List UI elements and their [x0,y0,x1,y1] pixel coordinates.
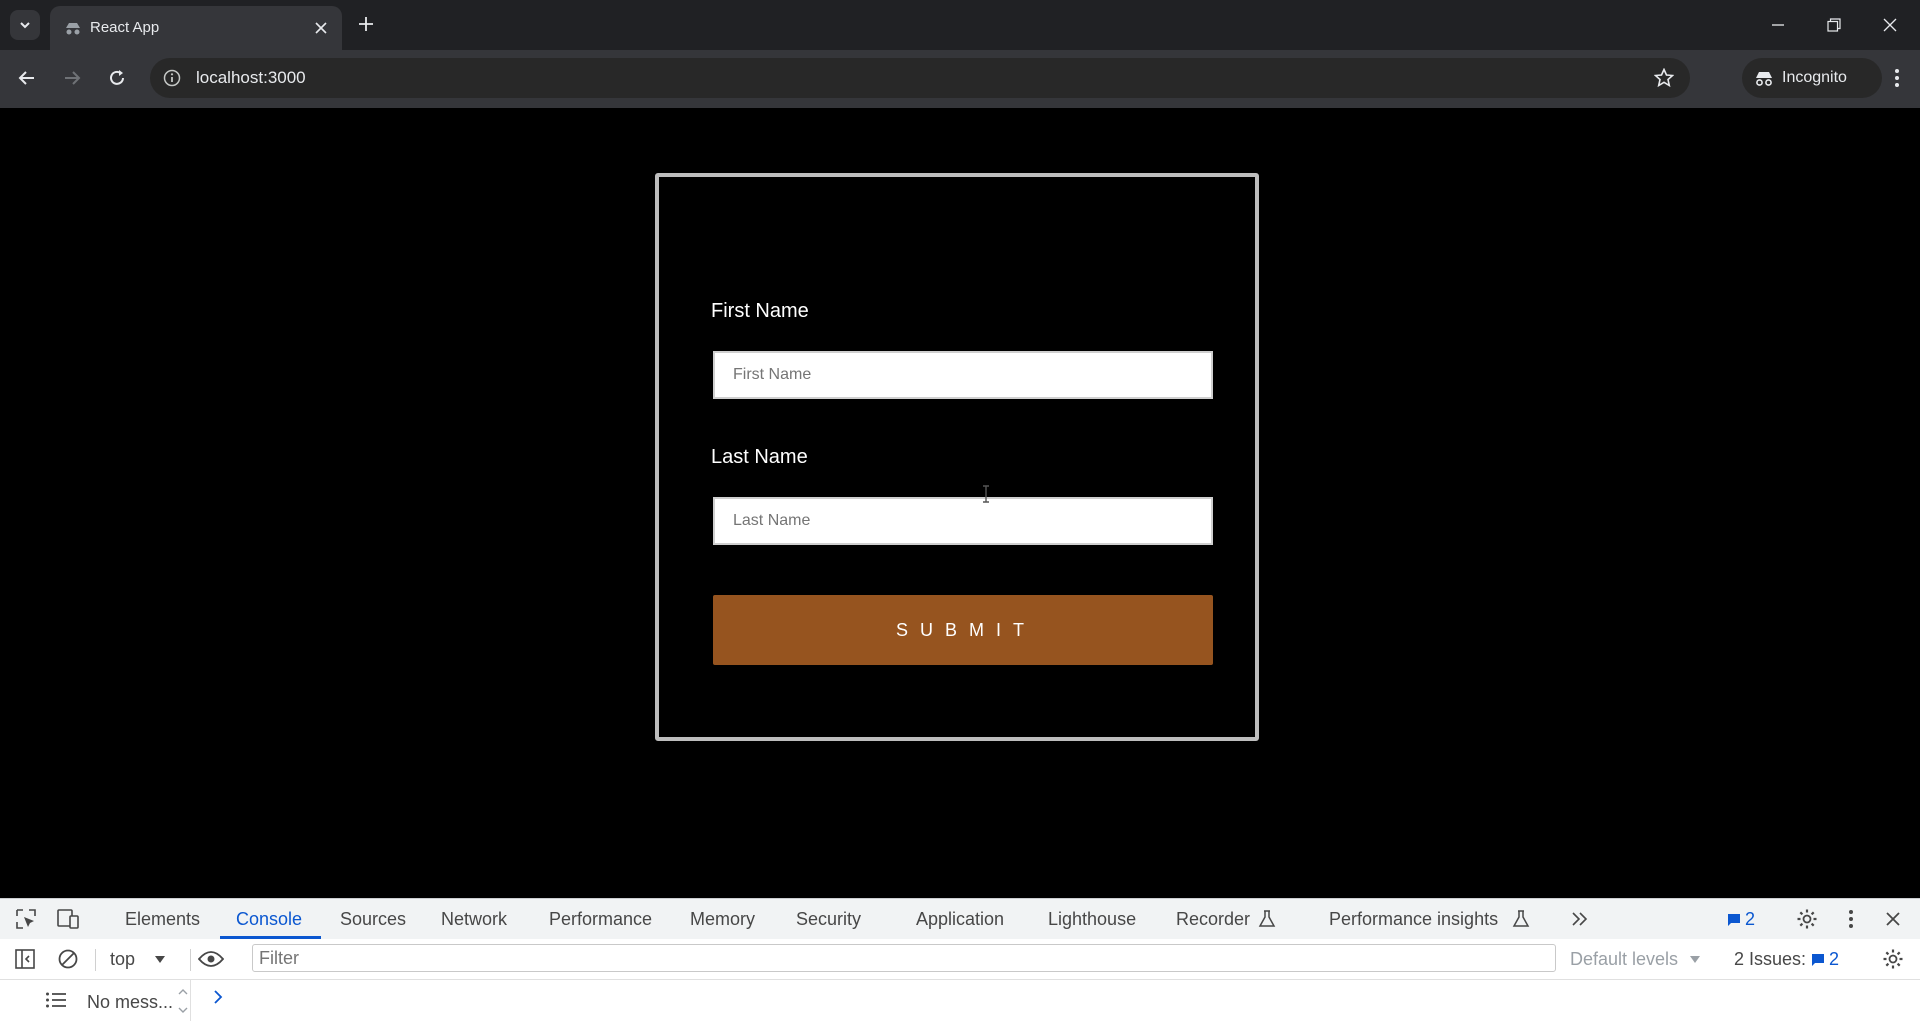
close-window-icon[interactable] [1862,0,1918,50]
dropdown-triangle-icon [1690,956,1701,963]
first-name-input[interactable] [713,351,1213,399]
toolbar-divider [190,949,191,971]
tab-strip: React App [0,0,1920,50]
devtools-panel: Elements Console Sources Network Perform… [0,898,1920,1021]
experimental-flask-icon [1258,910,1276,927]
scroll-arrows-icon[interactable] [178,988,188,1014]
experimental-flask-icon [1512,910,1530,927]
tab-title: React App [90,19,160,36]
address-bar[interactable]: localhost:3000 [150,58,1690,98]
back-arrow-icon[interactable] [10,61,44,95]
console-sidebar: No mess... [0,980,191,1021]
close-tab-icon[interactable] [310,17,332,39]
tab-performance[interactable]: Performance [549,909,652,930]
url-text: localhost:3000 [196,68,306,87]
issues-badge: 2 [1810,949,1839,970]
issues-count: 2 [1829,949,1840,969]
page-viewport: First Name Last Name SUBMIT [0,108,1920,898]
last-name-input[interactable] [713,497,1213,545]
list-icon[interactable] [42,986,70,1014]
tab-memory[interactable]: Memory [690,909,755,930]
tab-security[interactable]: Security [796,909,861,930]
log-levels-dropdown[interactable]: Default levels [1570,949,1701,970]
browser-menu-icon[interactable] [1880,61,1914,95]
messages-count: 2 [1745,909,1756,929]
devtools-settings-gear-icon[interactable] [1793,905,1821,933]
incognito-label: Incognito [1782,69,1847,86]
new-tab-icon[interactable] [352,10,380,38]
device-toolbar-icon[interactable] [54,905,82,933]
browser-toolbar: localhost:3000 Incognito [0,50,1920,108]
minimize-icon[interactable] [1750,0,1806,50]
tab-application[interactable]: Application [916,909,1004,930]
devtools-menu-icon[interactable] [1837,905,1865,933]
close-devtools-icon[interactable] [1879,905,1907,933]
toolbar-divider [95,949,96,971]
name-form: First Name Last Name SUBMIT [655,173,1259,741]
tab-performance-insights[interactable]: Performance insights [1329,909,1498,930]
tab-elements[interactable]: Elements [125,909,200,930]
site-info-icon[interactable] [160,66,184,90]
message-icon [1812,953,1825,966]
tab-network[interactable]: Network [441,909,507,930]
tab-console[interactable]: Console [236,909,302,930]
submit-button[interactable]: SUBMIT [713,595,1213,665]
console-prompt-chevron-icon[interactable] [212,988,224,1006]
last-name-label: Last Name [711,446,808,468]
message-icon [1728,913,1740,926]
more-tabs-chevron-icon[interactable] [1566,905,1594,933]
clear-console-icon[interactable] [54,945,82,973]
console-toolbar: top Default levels 2 Issues: 2 [0,939,1920,980]
incognito-indicator[interactable]: Incognito [1742,58,1882,98]
inspect-element-icon[interactable] [12,905,40,933]
incognito-favicon-icon [66,23,80,35]
live-expression-eye-icon[interactable] [197,945,225,973]
bookmark-star-icon[interactable] [1652,66,1676,90]
tab-search-button[interactable] [10,10,40,40]
messages-badge[interactable]: 2 [1726,909,1755,930]
incognito-icon [1756,72,1772,86]
devtools-tab-bar: Elements Console Sources Network Perform… [0,899,1920,940]
dropdown-triangle-icon [155,956,166,963]
restore-icon[interactable] [1806,0,1862,50]
issues-label: 2 Issues: [1734,949,1807,969]
console-area: No mess... [0,980,1920,1021]
log-levels-label: Default levels [1570,949,1679,969]
reload-icon[interactable] [100,61,134,95]
text-cursor-icon [983,485,989,503]
context-selector[interactable]: top [110,949,166,970]
context-value: top [110,949,136,969]
forward-arrow-icon[interactable] [55,61,89,95]
show-sidebar-icon[interactable] [11,945,39,973]
sidebar-messages-item[interactable]: No mess... [87,992,173,1013]
tab-recorder[interactable]: Recorder [1176,909,1250,930]
console-filter-input[interactable] [252,944,1556,972]
browser-tab[interactable]: React App [50,6,342,50]
console-settings-gear-icon[interactable] [1879,945,1907,973]
tab-lighthouse[interactable]: Lighthouse [1048,909,1136,930]
first-name-label: First Name [711,300,809,322]
tab-sources[interactable]: Sources [340,909,406,930]
chevron-down-icon [20,22,30,29]
issues-counter[interactable]: 2 Issues: 2 [1734,949,1839,970]
